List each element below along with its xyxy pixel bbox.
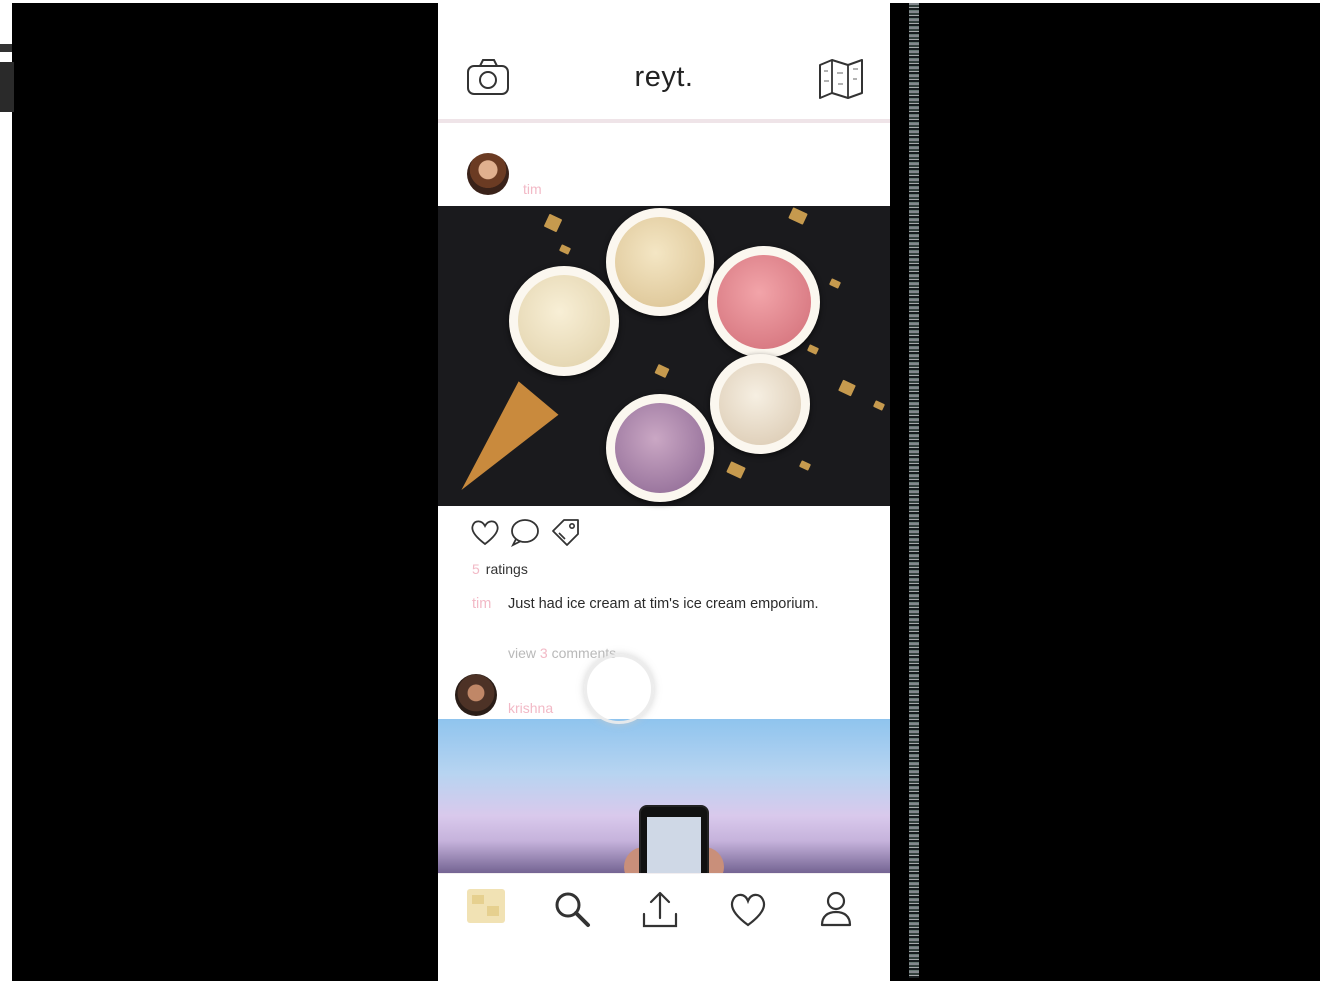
comment-icon[interactable]: [509, 517, 541, 548]
avatar[interactable]: [455, 674, 497, 716]
profile-icon[interactable]: [814, 888, 858, 932]
tag-icon[interactable]: [550, 517, 582, 547]
caption-username[interactable]: tim: [472, 593, 491, 615]
cone-crumb: [806, 344, 820, 355]
ratings-count[interactable]: 5: [472, 561, 480, 577]
avatar[interactable]: [467, 153, 509, 195]
waffle-cone: [441, 381, 559, 507]
ice-cream-cup: [509, 266, 619, 376]
cone-crumb: [654, 363, 670, 379]
corner-artifact: [0, 44, 12, 52]
post-username[interactable]: krishna: [508, 700, 553, 716]
ratings-label: ratings: [485, 561, 528, 577]
tab-bar: [438, 873, 890, 981]
post-image[interactable]: [438, 206, 890, 507]
upload-icon[interactable]: [638, 888, 682, 932]
cone-crumb: [798, 460, 812, 471]
ice-cream-cup: [606, 394, 714, 502]
ice-cream-cup: [710, 354, 810, 454]
view-comments-prefix: view: [508, 645, 537, 661]
post-actions: [469, 517, 586, 548]
heart-icon[interactable]: [469, 517, 501, 547]
home-icon[interactable]: [466, 888, 510, 932]
cone-crumb: [788, 207, 808, 225]
post-image[interactable]: [438, 719, 890, 875]
post-username[interactable]: tim: [523, 181, 542, 197]
cone-crumb: [828, 278, 842, 289]
corner-artifact: [0, 62, 14, 112]
cone-crumb: [838, 379, 856, 397]
ratings-line: 5 ratings: [472, 561, 528, 577]
app-header: reyt.: [438, 3, 890, 123]
cone-crumb: [872, 400, 886, 411]
map-icon[interactable]: [818, 57, 864, 106]
ice-cream-cup: [606, 208, 714, 316]
search-icon[interactable]: [551, 888, 595, 932]
touch-indicator: [584, 654, 654, 724]
post-caption: tim Just had ice cream at tim's ice crea…: [472, 593, 852, 615]
comment-count: 3: [539, 645, 548, 661]
ice-cream-cup: [708, 246, 820, 358]
heart-icon[interactable]: [726, 888, 770, 932]
caption-text: Just had ice cream at tim's ice cream em…: [508, 596, 819, 612]
cone-crumb: [726, 461, 746, 479]
video-scrub-strip: [909, 3, 919, 978]
cone-crumb: [558, 244, 572, 255]
cone-crumb: [543, 213, 563, 233]
phone-screen: reyt. tim 5 ratings tim Just had ice cre…: [438, 3, 890, 981]
phone-in-photo: [639, 805, 709, 875]
